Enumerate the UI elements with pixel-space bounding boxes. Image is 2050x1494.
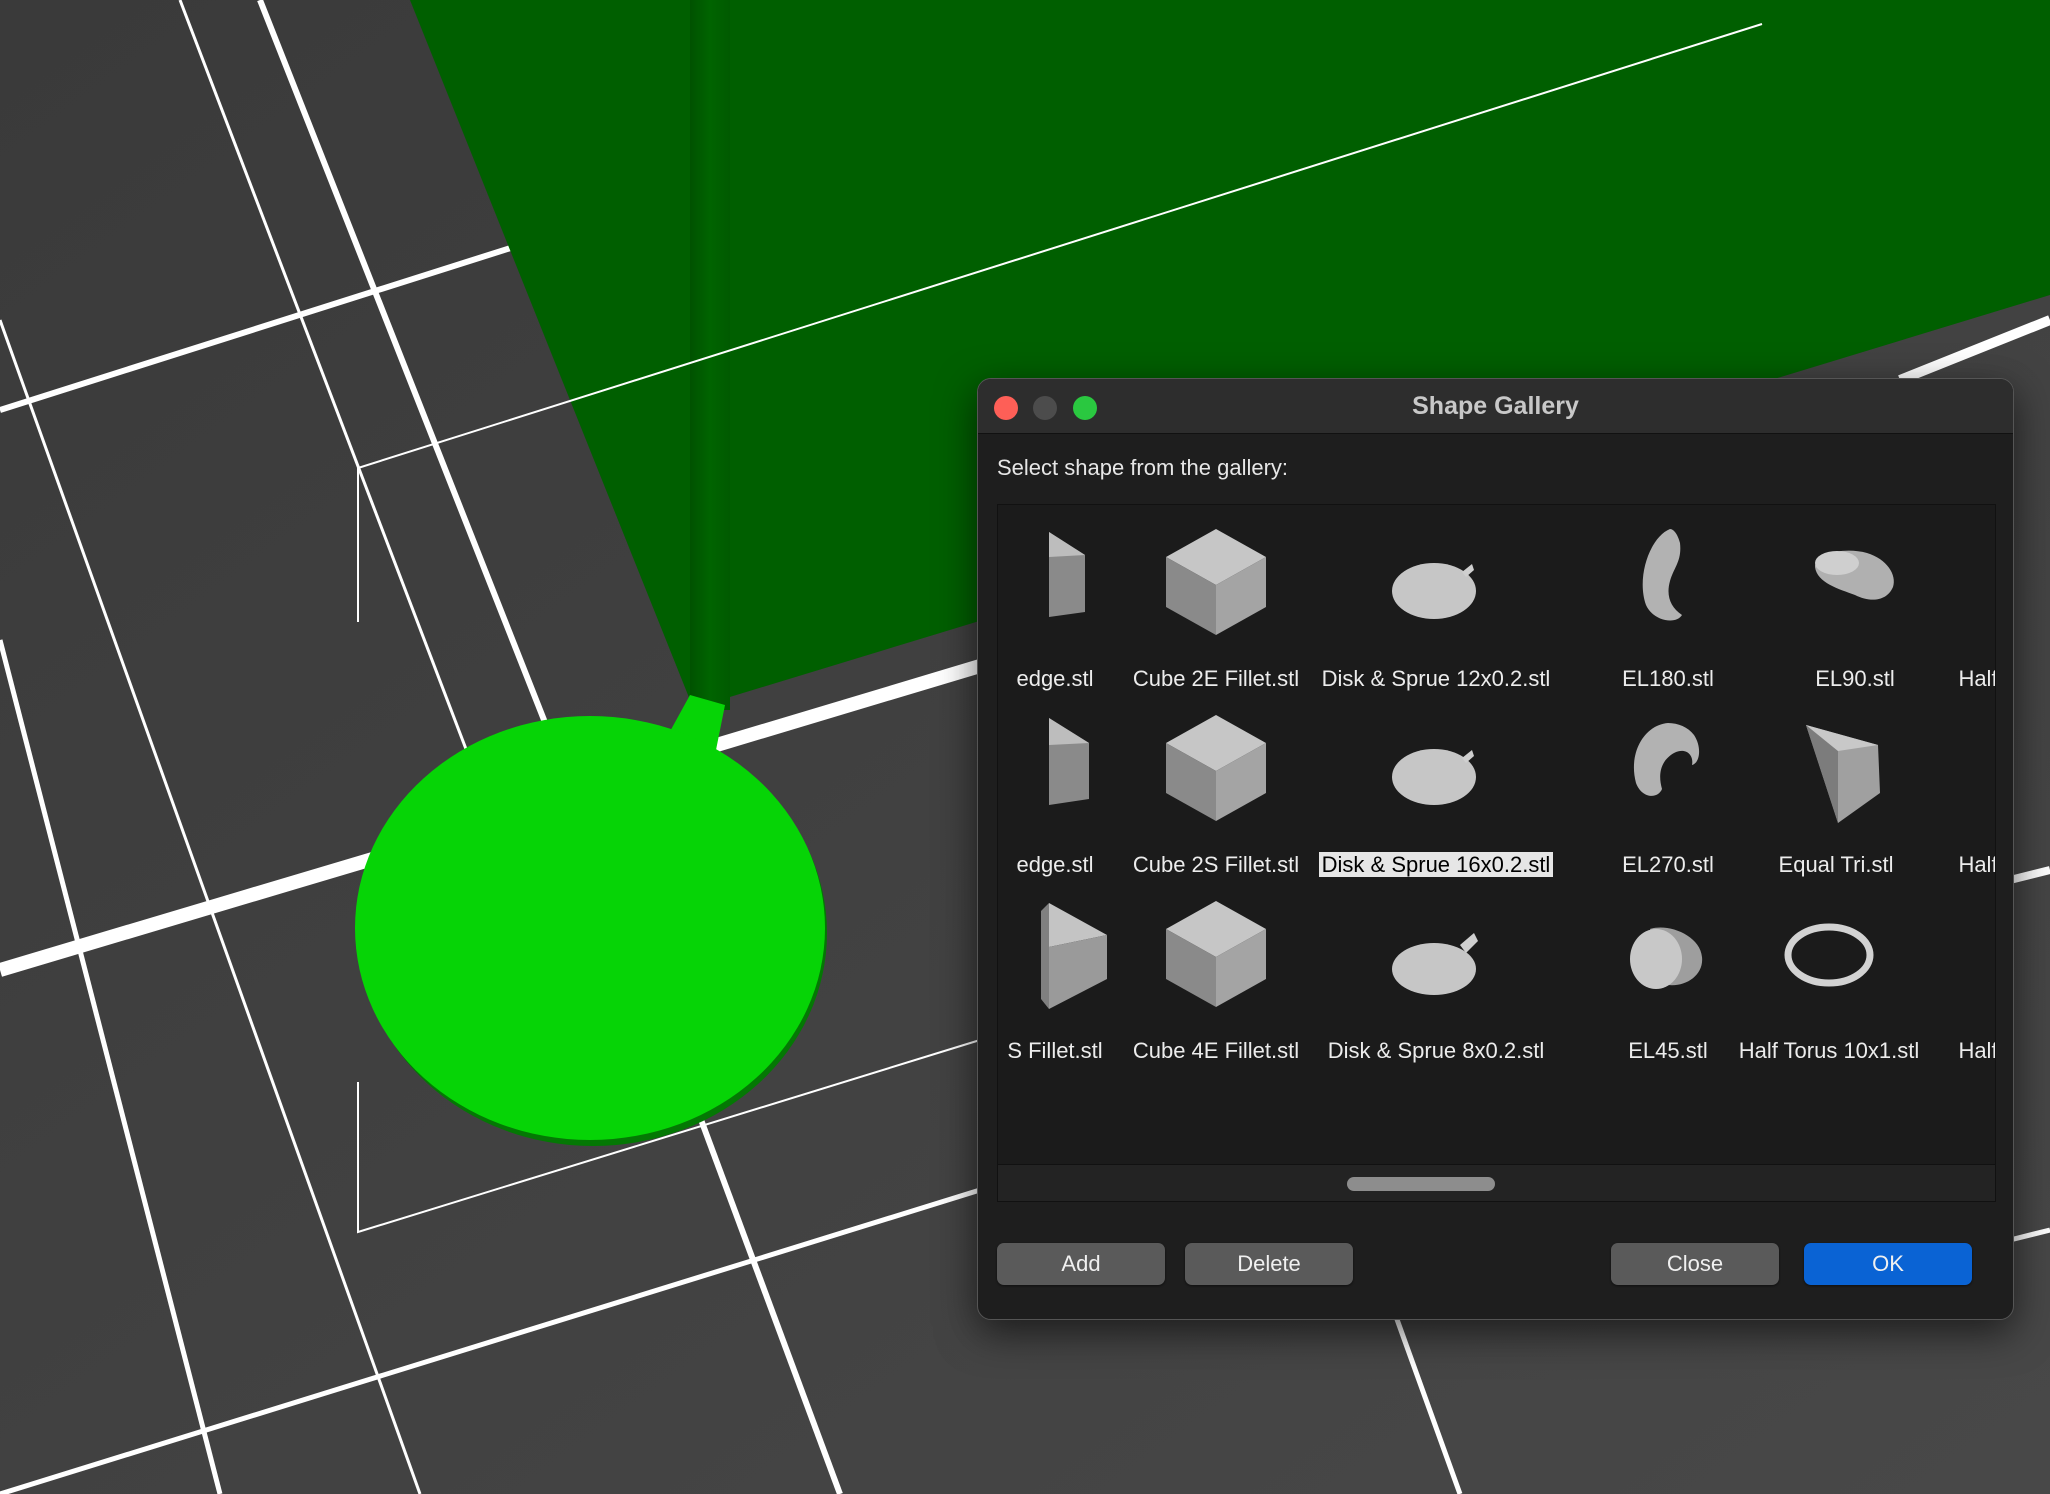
shape-gallery-list[interactable]: edge.stl Cube 2E Fillet.stl Disk & Sprue…	[997, 504, 1996, 1202]
cube-icon	[1166, 901, 1266, 1007]
shape-item-label: edge.stl	[1016, 666, 1094, 691]
gallery-prompt: Select shape from the gallery:	[997, 455, 1289, 480]
shape-item-label: Disk & Sprue 8x0.2.stl	[1327, 1038, 1545, 1063]
ok-button[interactable]: OK	[1804, 1243, 1972, 1285]
title-bar[interactable]: Shape Gallery	[978, 379, 2013, 434]
shape-item[interactable]: Half	[1858, 691, 1996, 877]
shape-gallery-dialog: Shape Gallery Select shape from the gall…	[977, 378, 2014, 1320]
shape-item[interactable]: Disk & Sprue 8x0.2.stl	[1316, 877, 1556, 1063]
shape-grid: edge.stl Cube 2E Fillet.stl Disk & Sprue…	[998, 505, 1995, 1165]
shape-item[interactable]: Half	[1858, 505, 1996, 691]
elbow-270-icon	[1633, 723, 1700, 796]
shape-item[interactable]: Cube 4E Fillet.stl	[1096, 877, 1336, 1063]
delete-button[interactable]: Delete	[1185, 1243, 1353, 1285]
disk-sprue-icon	[1392, 749, 1476, 805]
shape-item-label: edge.stl	[1016, 852, 1094, 877]
close-button[interactable]: Close	[1611, 1243, 1779, 1285]
shape-item-label: EL45.stl	[1628, 1038, 1708, 1063]
shape-item-label: EL180.stl	[1622, 666, 1714, 691]
scrollbar-thumb[interactable]	[1347, 1177, 1495, 1191]
dialog-title: Shape Gallery	[1412, 392, 1579, 420]
shape-item-label: S Fillet.stl	[1007, 1038, 1103, 1063]
elbow-180-icon	[1642, 529, 1682, 621]
shape-item-label: Half	[1958, 852, 1996, 877]
shape-item[interactable]: Cube 2E Fillet.stl	[1096, 505, 1336, 691]
model-wall-edge	[690, 0, 730, 710]
shape-item[interactable]: Half	[1858, 877, 1996, 1063]
shape-item[interactable]: Cube 2S Fillet.stl	[1096, 691, 1336, 877]
disk-sprue-icon	[1392, 933, 1478, 995]
shape-item-label: EL270.stl	[1622, 852, 1714, 877]
disk-sprue-icon	[1392, 563, 1476, 619]
shape-item-label: Cube 2E Fillet.stl	[1132, 666, 1300, 691]
shape-item[interactable]: Disk & Sprue 12x0.2.stl	[1316, 505, 1556, 691]
disk-shape	[355, 716, 825, 1140]
shape-item-label: Half	[1958, 1038, 1996, 1063]
shape-item-label: Cube 2S Fillet.stl	[1132, 852, 1300, 877]
shape-item-selected[interactable]: Disk & Sprue 16x0.2.stl	[1316, 691, 1556, 877]
shape-item-label: Half	[1958, 666, 1996, 691]
horizontal-scrollbar[interactable]	[998, 1164, 1995, 1201]
add-button[interactable]: Add	[997, 1243, 1165, 1285]
cube-icon	[1166, 529, 1266, 635]
shape-item-label: Disk & Sprue 16x0.2.stl	[1318, 852, 1554, 877]
cube-icon	[1166, 715, 1266, 821]
shape-item-label: Cube 4E Fillet.stl	[1132, 1038, 1300, 1063]
shape-item-label: Disk & Sprue 12x0.2.stl	[1321, 666, 1551, 691]
